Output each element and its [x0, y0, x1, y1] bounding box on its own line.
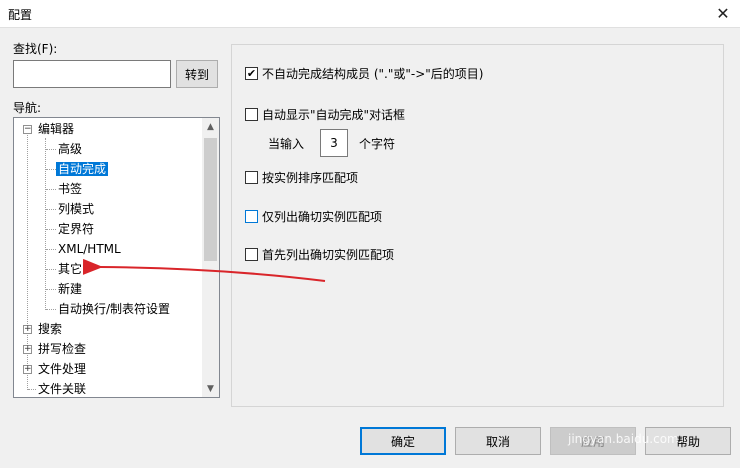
find-input[interactable] [13, 60, 171, 88]
apply-button[interactable]: 应用 [550, 427, 636, 455]
checkbox[interactable] [245, 108, 258, 121]
scroll-thumb[interactable] [204, 138, 217, 261]
scroll-up-icon[interactable]: ▲ [202, 118, 219, 135]
options-panel [231, 44, 724, 407]
tree-scrollbar[interactable]: ▲ ▼ [202, 118, 219, 397]
tree-item-delimiters[interactable]: 定界符 [56, 220, 96, 238]
help-button[interactable]: 帮助 [645, 427, 731, 455]
collapse-icon[interactable]: − [23, 125, 32, 134]
tree-item-autocomplete[interactable]: 自动完成 [56, 160, 109, 178]
option-no-autocomplete-members[interactable]: ✔ 不自动完成结构成员 ("."或"->"后的项目) [245, 65, 483, 82]
title-bar: 配置 ✕ [0, 0, 740, 28]
tree-item-word-wrap[interactable]: 自动换行/制表符设置 [56, 300, 172, 318]
chars-suffix-label: 个字符 [359, 137, 396, 151]
tree-item-editor[interactable]: 编辑器 [36, 120, 76, 138]
checkbox[interactable] [245, 210, 258, 223]
close-icon[interactable]: ✕ [712, 2, 734, 24]
option-sort-by-instance[interactable]: 按实例排序匹配项 [245, 169, 358, 186]
tree-item-spellcheck[interactable]: 拼写检查 [36, 340, 88, 358]
checkbox[interactable] [245, 171, 258, 184]
expand-icon[interactable]: + [23, 365, 32, 374]
tree-item-xml-html[interactable]: XML/HTML [56, 240, 123, 258]
cancel-button[interactable]: 取消 [455, 427, 541, 455]
nav-label: 导航: [13, 101, 42, 115]
option-auto-show-dialog[interactable]: 自动显示"自动完成"对话框 [245, 106, 405, 123]
tree-item-bookmarks[interactable]: 书签 [56, 180, 84, 198]
tree-item-other[interactable]: 其它 [56, 260, 84, 278]
tree-item-search[interactable]: 搜索 [36, 320, 64, 338]
expand-icon[interactable]: + [23, 325, 32, 334]
option-list-exact-first[interactable]: 首先列出确切实例匹配项 [245, 246, 394, 263]
tree-item-file-assoc[interactable]: 文件关联 [36, 380, 88, 397]
find-label: 查找(F): [13, 42, 58, 56]
tree-item-column-mode[interactable]: 列模式 [56, 200, 96, 218]
nav-tree[interactable]: − 编辑器 高级 自动完成 书签 列模式 定界符 XML/HTML 其它 新建 … [13, 117, 220, 398]
when-typing-label: 当输入 [268, 137, 305, 151]
tree-line [45, 138, 46, 310]
char-count-input[interactable]: 3 [320, 129, 348, 157]
checkbox-checked[interactable]: ✔ [245, 67, 258, 80]
ok-button[interactable]: 确定 [360, 427, 446, 455]
tree-item-file-handling[interactable]: 文件处理 [36, 360, 88, 378]
option-list-exact-only[interactable]: 仅列出确切实例匹配项 [245, 208, 382, 225]
checkbox[interactable] [245, 248, 258, 261]
tree-item-advanced[interactable]: 高级 [56, 140, 84, 158]
goto-button[interactable]: 转到 [176, 60, 218, 88]
expand-icon[interactable]: + [23, 345, 32, 354]
tree-item-new[interactable]: 新建 [56, 280, 84, 298]
scroll-down-icon[interactable]: ▼ [202, 380, 219, 397]
window-title: 配置 [8, 8, 33, 22]
